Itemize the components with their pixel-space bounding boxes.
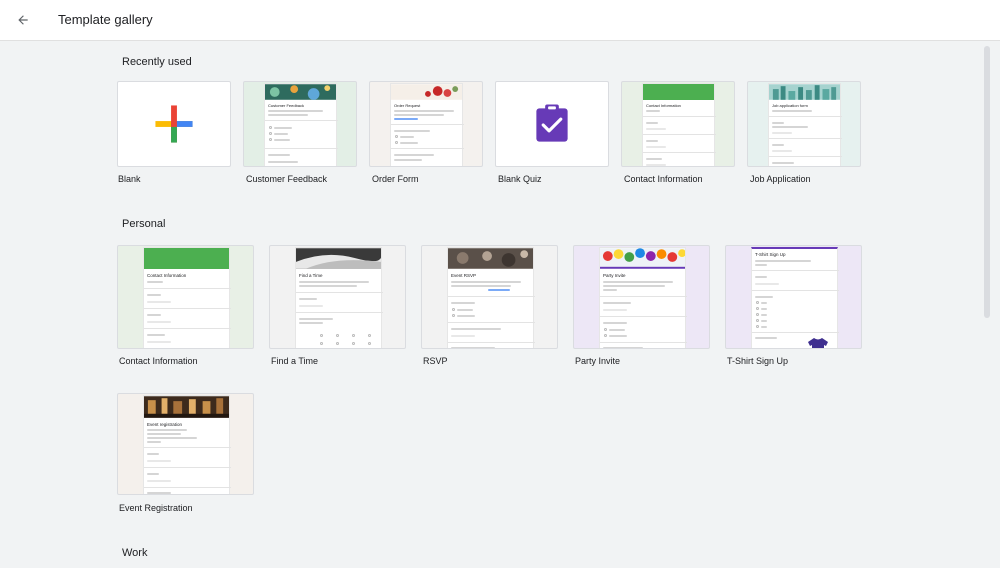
floral-header-image (265, 84, 336, 100)
form-title: Event registration (147, 422, 183, 427)
template-card-find-a-time[interactable]: Find a Time (269, 245, 406, 349)
template-label-contact-information: Contact Information (624, 174, 703, 184)
template-card-party-invite[interactable]: Party Invite (573, 245, 710, 349)
form-title: Contact Information (147, 273, 187, 278)
form-preview: Contact Information (642, 83, 716, 166)
plus-icon (155, 105, 193, 143)
form-preview: T-Shirt Sign Up (751, 247, 839, 348)
template-label-job-application: Job Application (750, 174, 811, 184)
template-card-t-shirt-sign-up[interactable]: T-Shirt Sign Up (725, 245, 862, 349)
template-card-contact-information[interactable]: Contact Information (621, 81, 735, 167)
quiz-clipboard-icon (536, 104, 568, 142)
gallery-content[interactable]: Recently used Blank Customer Feedback Cu… (0, 42, 982, 568)
form-preview: Customer Feedback (264, 83, 338, 166)
event-photo-header-image (448, 248, 533, 269)
paper-header-image (296, 248, 381, 269)
form-preview: Find a Time (295, 247, 383, 348)
template-label-blank: Blank (118, 174, 141, 184)
form-preview: Party Invite (599, 247, 687, 348)
green-header (643, 84, 714, 100)
form-title: Customer Feedback (268, 103, 305, 108)
form-title: Order Request (394, 103, 421, 108)
form-title: Event RSVP (451, 273, 477, 278)
template-card-customer-feedback[interactable]: Customer Feedback (243, 81, 357, 167)
template-label-event-registration: Event Registration (119, 503, 193, 513)
template-card-rsvp[interactable]: Event RSVP (421, 245, 558, 349)
section-title-work: Work (122, 547, 148, 559)
green-header (144, 248, 229, 269)
form-title: Job application form (772, 103, 808, 108)
scrollbar-thumb[interactable] (984, 46, 990, 318)
template-card-blank-quiz[interactable] (495, 81, 609, 167)
template-card-order-form[interactable]: Order Request (369, 81, 483, 167)
section-title-recently-used: Recently used (122, 56, 192, 68)
form-title: Party Invite (603, 273, 626, 278)
form-preview: Job application form (768, 83, 842, 166)
form-preview: Order Request (390, 83, 464, 166)
template-label-customer-feedback: Customer Feedback (246, 174, 328, 184)
t-shirt-image (808, 338, 828, 348)
template-label-contact-information-personal: Contact Information (119, 356, 198, 366)
template-card-job-application[interactable]: Job application form (747, 81, 861, 167)
template-label-rsvp: RSVP (423, 356, 448, 366)
form-preview: Contact Information (143, 247, 231, 348)
form-preview: Event registration (143, 395, 231, 494)
form-preview: Event RSVP (447, 247, 535, 348)
form-title: T-Shirt Sign Up (755, 252, 786, 257)
template-label-blank-quiz: Blank Quiz (498, 174, 542, 184)
section-title-personal: Personal (122, 218, 166, 230)
form-title: Find a Time (299, 273, 323, 278)
template-label-find-a-time: Find a Time (271, 356, 319, 366)
arrow-left-icon (18, 15, 28, 25)
top-app-bar: Template gallery (0, 0, 1000, 41)
template-card-event-registration[interactable]: Event registration (117, 393, 254, 495)
form-title: Contact Information (646, 103, 681, 108)
template-card-contact-information-personal[interactable]: Contact Information (117, 245, 254, 349)
berries-header-image (391, 84, 462, 100)
template-label-order-form: Order Form (372, 174, 419, 184)
template-label-t-shirt-sign-up: T-Shirt Sign Up (727, 356, 789, 366)
venue-header-image (144, 396, 229, 418)
city-header-image (769, 84, 840, 100)
template-card-blank[interactable] (117, 81, 231, 167)
balloons-header-image (600, 248, 685, 269)
template-label-party-invite: Party Invite (575, 356, 621, 366)
back-button[interactable] (12, 9, 34, 31)
page-title: Template gallery (58, 12, 153, 27)
